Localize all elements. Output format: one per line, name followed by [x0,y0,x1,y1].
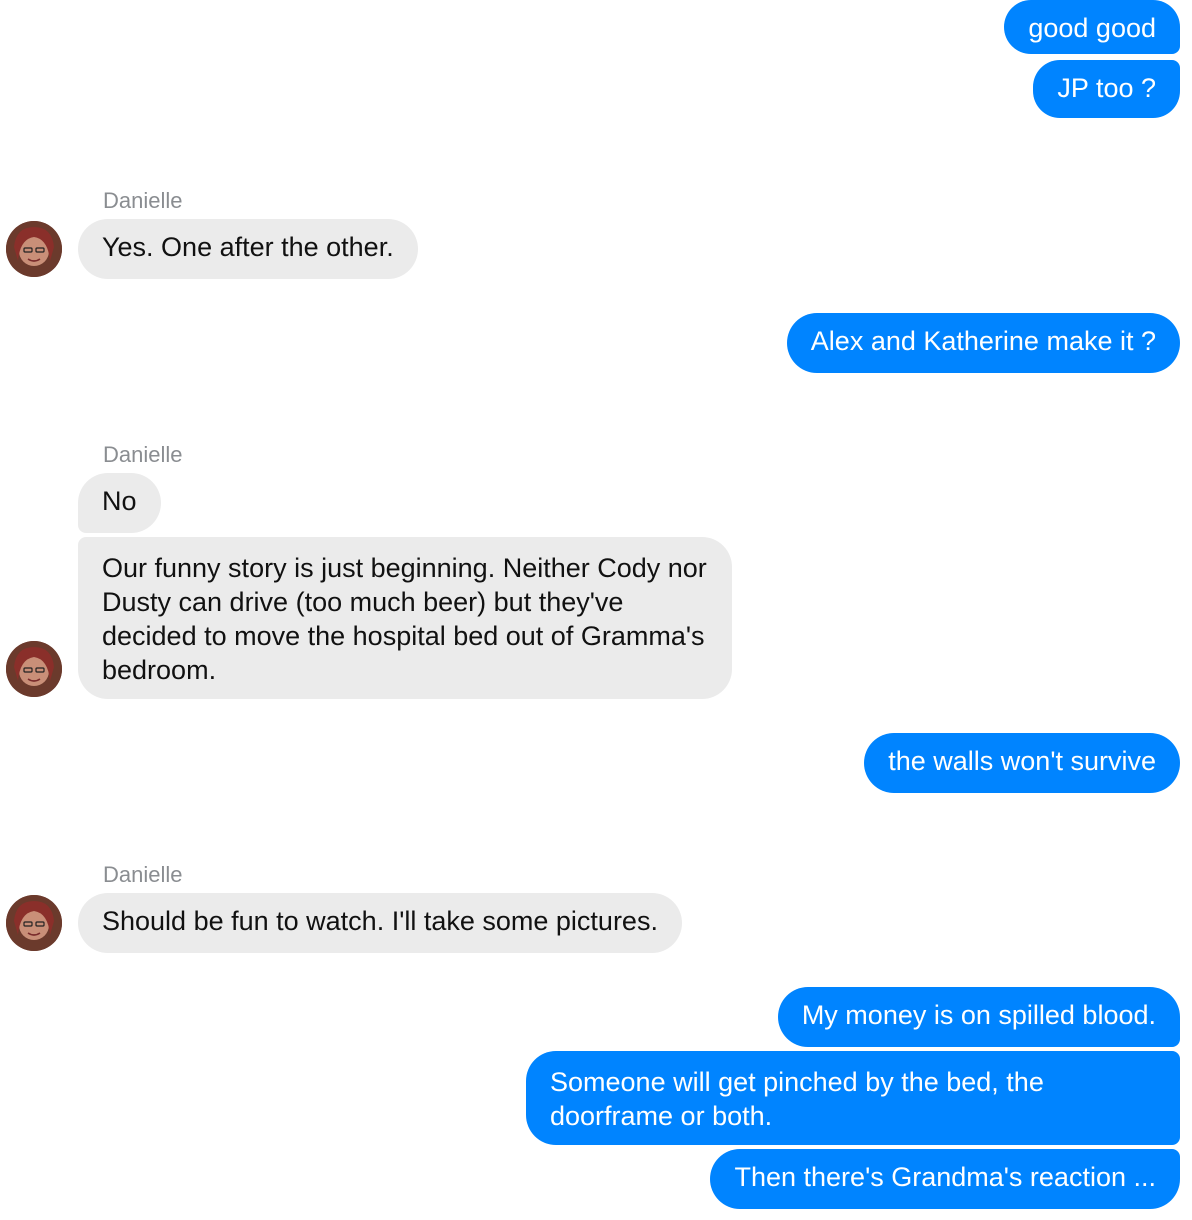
sender-name: Danielle [103,188,183,213]
message-bubble-outgoing[interactable]: the walls won't survive [864,733,1180,793]
message-bubble-incoming[interactable]: Yes. One after the other. [78,219,418,279]
message-bubble-incoming[interactable]: Our funny story is just beginning. Neith… [78,537,732,699]
message-bubble-outgoing[interactable]: Alex and Katherine make it ? [786,313,1180,373]
message-bubble-incoming[interactable]: Should be fun to watch. I'll take some p… [78,893,682,953]
message-bubble-outgoing[interactable]: good good [1004,0,1180,54]
message-bubble-incoming[interactable]: No [78,473,161,533]
message-bubble-outgoing[interactable]: My money is on spilled blood. [777,987,1180,1047]
message-bubble-outgoing[interactable]: Then there's Grandma's reaction ... [710,1149,1180,1209]
sender-name: Danielle [103,442,183,467]
avatar-photo-icon [6,641,62,697]
message-bubble-outgoing[interactable]: JP too ? [1033,60,1180,118]
message-bubble-outgoing[interactable]: Someone will get pinched by the bed, the… [526,1051,1180,1145]
contact-avatar[interactable] [6,221,62,277]
contact-avatar[interactable] [6,641,62,697]
avatar-photo-icon [6,895,62,951]
contact-avatar[interactable] [6,895,62,951]
avatar-photo-icon [6,221,62,277]
sender-name: Danielle [103,862,183,887]
